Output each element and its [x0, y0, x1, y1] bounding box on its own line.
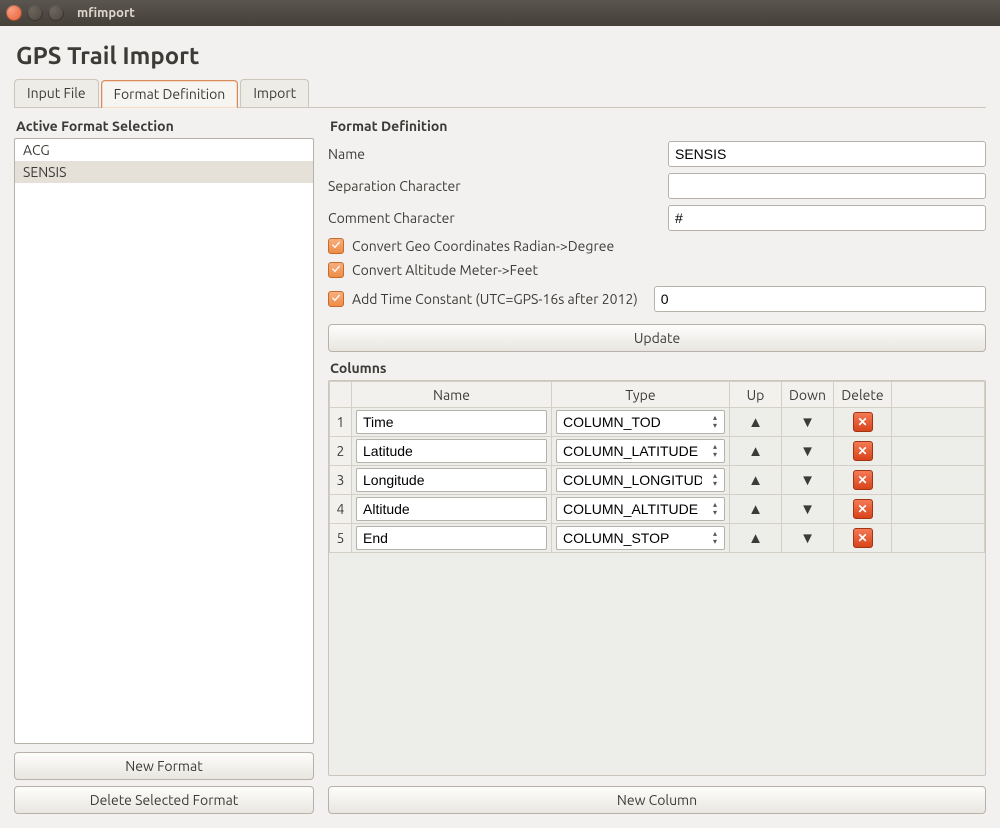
app-window: mfimport GPS Trail Import Input File For…: [0, 0, 1000, 828]
move-down-button[interactable]: ▼: [782, 466, 834, 495]
tab-format-definition[interactable]: Format Definition: [101, 80, 239, 108]
tab-pane: Active Format Selection ACG SENSIS New F…: [14, 116, 986, 814]
move-down-button[interactable]: ▼: [782, 408, 834, 437]
table-row: 1▴▾▲▼✕: [330, 408, 985, 437]
update-button[interactable]: Update: [328, 324, 986, 352]
client-area: GPS Trail Import Input File Format Defin…: [0, 26, 1000, 828]
move-down-button[interactable]: ▼: [782, 495, 834, 524]
convert-altitude-label: Convert Altitude Meter->Feet: [352, 262, 538, 278]
name-label: Name: [328, 146, 668, 162]
separation-char-input[interactable]: [668, 173, 986, 199]
col-header-name: Name: [352, 382, 552, 408]
move-up-button[interactable]: ▲: [730, 466, 782, 495]
column-name-input[interactable]: [356, 497, 547, 521]
column-type-select[interactable]: [556, 468, 725, 492]
format-list-item[interactable]: SENSIS: [15, 161, 313, 183]
window-close-icon[interactable]: [6, 5, 22, 21]
column-type-select[interactable]: [556, 410, 725, 434]
format-list-item[interactable]: ACG: [15, 139, 313, 161]
row-spacer: [892, 524, 985, 553]
row-index: 3: [330, 466, 352, 495]
column-type-select[interactable]: [556, 439, 725, 463]
table-row: 5▴▾▲▼✕: [330, 524, 985, 553]
row-spacer: [892, 408, 985, 437]
tab-import[interactable]: Import: [240, 79, 309, 107]
left-buttons: New Format Delete Selected Format: [14, 752, 314, 814]
right-column: Format Definition Name Separation Charac…: [328, 116, 986, 814]
column-name-input[interactable]: [356, 410, 547, 434]
convert-altitude-checkbox[interactable]: [328, 262, 344, 278]
new-column-button[interactable]: New Column: [328, 786, 986, 814]
col-header-delete: Delete: [834, 382, 892, 408]
row-index: 1: [330, 408, 352, 437]
delete-row-button[interactable]: ✕: [853, 528, 873, 548]
add-time-constant-label: Add Time Constant (UTC=GPS-16s after 201…: [352, 291, 638, 307]
active-format-heading: Active Format Selection: [16, 118, 314, 134]
row-index: 2: [330, 437, 352, 466]
time-constant-input[interactable]: [654, 286, 986, 312]
column-type-select[interactable]: [556, 497, 725, 521]
separation-char-label: Separation Character: [328, 178, 668, 194]
delete-format-button[interactable]: Delete Selected Format: [14, 786, 314, 814]
column-name-input[interactable]: [356, 468, 547, 492]
delete-row-button[interactable]: ✕: [853, 412, 873, 432]
window-title: mfimport: [77, 6, 135, 20]
window-maximize-icon[interactable]: [48, 5, 64, 21]
window-minimize-icon[interactable]: [27, 5, 43, 21]
new-format-button[interactable]: New Format: [14, 752, 314, 780]
page-title: GPS Trail Import: [16, 42, 986, 69]
titlebar: mfimport: [0, 0, 1000, 26]
convert-geo-checkbox[interactable]: [328, 238, 344, 254]
column-name-input[interactable]: [356, 526, 547, 550]
convert-geo-label: Convert Geo Coordinates Radian->Degree: [352, 238, 614, 254]
tab-input-file[interactable]: Input File: [14, 79, 99, 107]
tabs: Input File Format Definition Import: [14, 79, 986, 108]
left-column: Active Format Selection ACG SENSIS New F…: [14, 116, 314, 814]
row-spacer: [892, 466, 985, 495]
col-header-index: [330, 382, 352, 408]
move-down-button[interactable]: ▼: [782, 524, 834, 553]
row-spacer: [892, 437, 985, 466]
move-up-button[interactable]: ▲: [730, 524, 782, 553]
columns-heading: Columns: [330, 360, 986, 376]
move-up-button[interactable]: ▲: [730, 495, 782, 524]
col-header-type: Type: [552, 382, 730, 408]
column-name-input[interactable]: [356, 439, 547, 463]
col-header-spacer: [892, 382, 985, 408]
table-row: 2▴▾▲▼✕: [330, 437, 985, 466]
add-time-constant-checkbox[interactable]: [328, 291, 344, 307]
name-input[interactable]: [668, 141, 986, 167]
move-down-button[interactable]: ▼: [782, 437, 834, 466]
row-index: 4: [330, 495, 352, 524]
col-header-up: Up: [730, 382, 782, 408]
delete-row-button[interactable]: ✕: [853, 499, 873, 519]
delete-row-button[interactable]: ✕: [853, 441, 873, 461]
comment-char-label: Comment Character: [328, 210, 668, 226]
format-definition-heading: Format Definition: [330, 118, 986, 134]
move-up-button[interactable]: ▲: [730, 437, 782, 466]
row-index: 5: [330, 524, 352, 553]
table-row: 4▴▾▲▼✕: [330, 495, 985, 524]
col-header-down: Down: [782, 382, 834, 408]
move-up-button[interactable]: ▲: [730, 408, 782, 437]
format-listbox[interactable]: ACG SENSIS: [14, 138, 314, 744]
row-spacer: [892, 495, 985, 524]
comment-char-input[interactable]: [668, 205, 986, 231]
table-row: 3▴▾▲▼✕: [330, 466, 985, 495]
columns-grid: Name Type Up Down Delete 1▴▾▲▼✕2▴▾▲▼✕3▴▾…: [328, 380, 986, 776]
column-type-select[interactable]: [556, 526, 725, 550]
delete-row-button[interactable]: ✕: [853, 470, 873, 490]
